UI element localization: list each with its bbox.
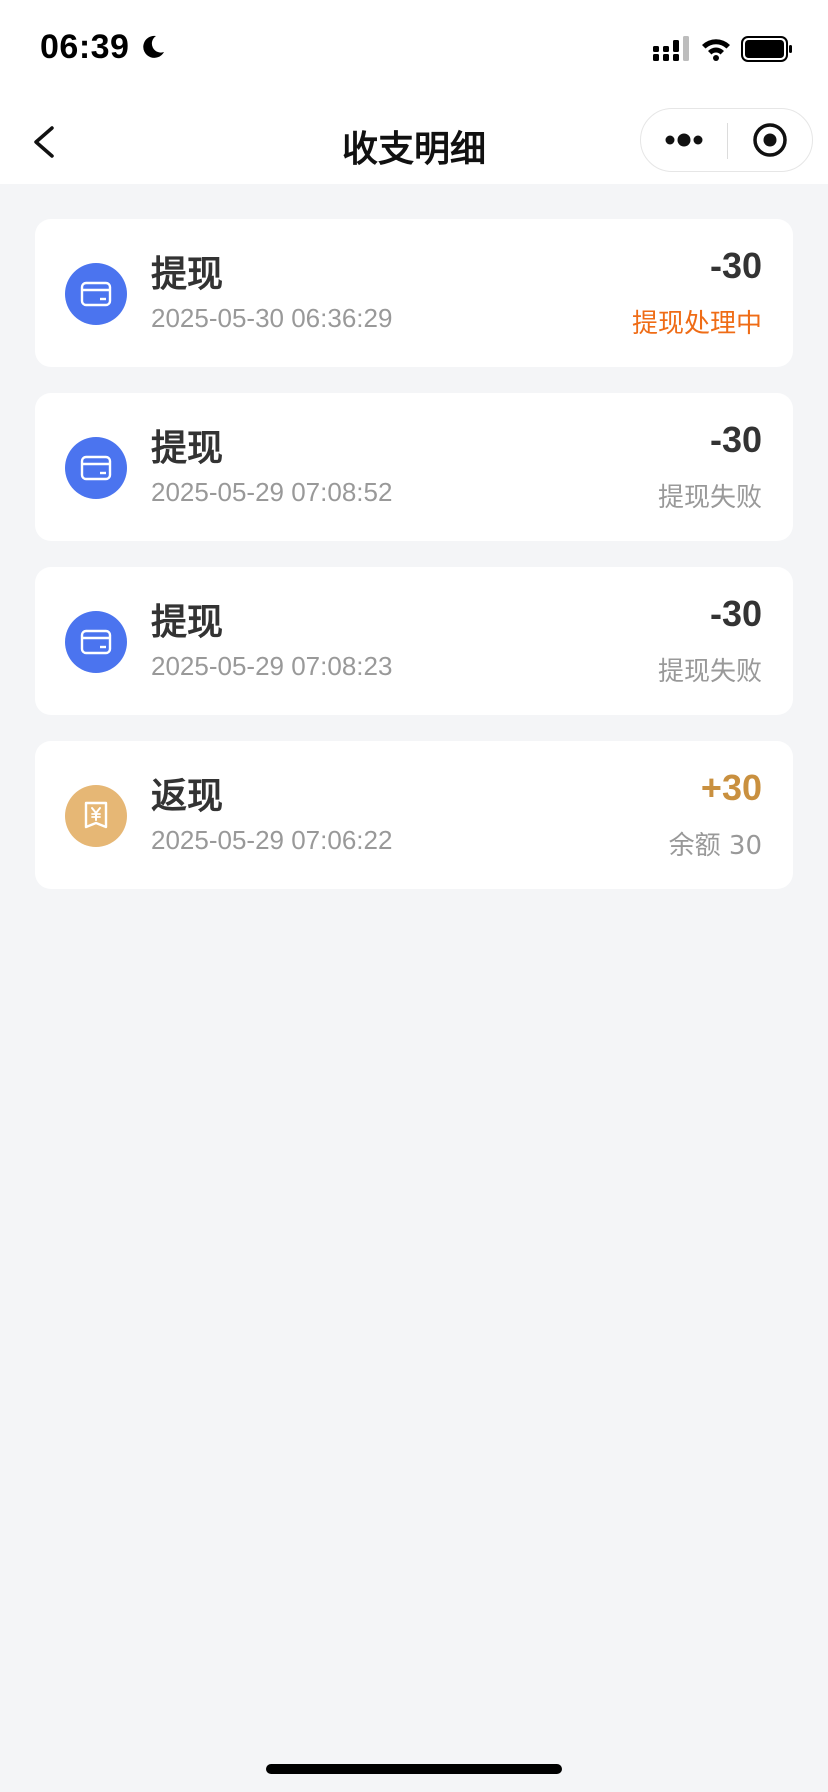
- transaction-time: 2025-05-29 07:08:23: [151, 651, 393, 681]
- transaction-amount: +30: [700, 767, 762, 808]
- transaction-title: 提现: [151, 254, 224, 295]
- transaction-amount: -30: [709, 419, 762, 460]
- transaction-status: 提现失败: [657, 483, 762, 513]
- transaction-amount: -30: [709, 593, 762, 634]
- transaction-title: 提现: [151, 602, 224, 643]
- more-button[interactable]: [641, 109, 727, 171]
- transaction-title: 提现: [151, 428, 224, 469]
- transaction-time: 2025-05-30 06:36:29: [151, 303, 393, 333]
- home-indicator: [266, 1764, 562, 1774]
- card-icon: [65, 263, 127, 325]
- signal-icon: [653, 36, 689, 61]
- transaction-item[interactable]: 提现 2025-05-30 06:36:29 -30 提现处理中: [35, 219, 793, 367]
- transaction-title: 返现: [151, 776, 224, 817]
- card-icon: [65, 611, 127, 673]
- transaction-item[interactable]: 返现 2025-05-29 07:06:22 +30 余额 30: [35, 741, 793, 889]
- status-bar: 06:39: [0, 0, 828, 100]
- close-target-icon: [753, 123, 787, 157]
- nav-bar: 收支明细: [0, 100, 828, 184]
- card-icon: [65, 437, 127, 499]
- transaction-status: 提现处理中: [631, 309, 762, 339]
- transaction-time: 2025-05-29 07:08:52: [151, 477, 393, 507]
- yuan-receipt-icon: [65, 785, 127, 847]
- moon-icon: [143, 35, 164, 58]
- battery-icon: [741, 36, 792, 62]
- transaction-item[interactable]: 提现 2025-05-29 07:08:23 -30 提现失败: [35, 567, 793, 715]
- status-time: 06:39: [40, 28, 130, 66]
- transaction-amount: -30: [709, 245, 762, 286]
- wifi-icon: [702, 39, 730, 61]
- transaction-status: 提现失败: [657, 657, 762, 687]
- transaction-list: 提现 2025-05-30 06:36:29 -30 提现处理中 提现 2025…: [35, 219, 793, 915]
- transaction-time: 2025-05-29 07:06:22: [151, 825, 393, 855]
- mini-program-capsule: [640, 108, 813, 172]
- transaction-balance: 余额 30: [668, 831, 762, 861]
- more-dots-icon: [665, 133, 703, 147]
- transaction-item[interactable]: 提现 2025-05-29 07:08:52 -30 提现失败: [35, 393, 793, 541]
- close-button[interactable]: [728, 109, 812, 171]
